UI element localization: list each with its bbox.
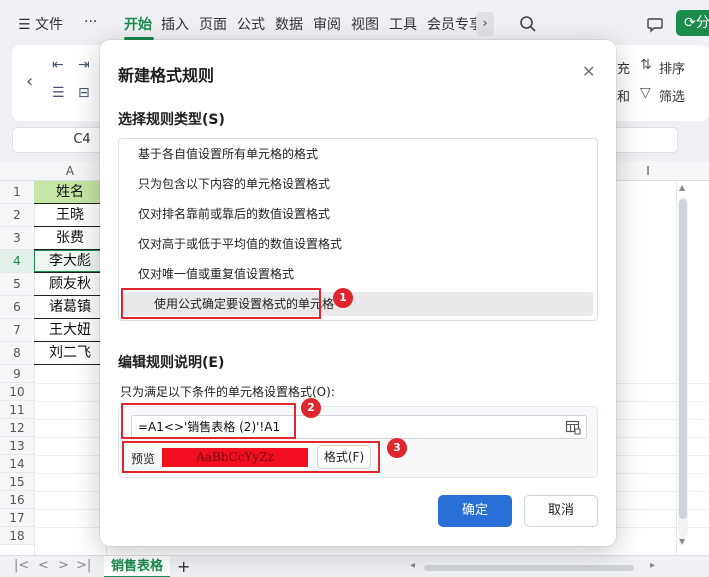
cell-a7[interactable]: 王大妞: [34, 319, 106, 342]
row-header[interactable]: 2: [0, 204, 34, 227]
annotation-badge-1: 1: [333, 288, 353, 308]
horizontal-scrollbar[interactable]: [424, 565, 634, 571]
row-header[interactable]: 8: [0, 342, 34, 365]
rule-item-color-scale[interactable]: 基于各自值设置所有单元格的格式: [120, 142, 596, 166]
annotation-box-1: [121, 288, 321, 319]
annotation-badge-3: 3: [387, 438, 407, 458]
cell-a1[interactable]: 姓名: [34, 181, 106, 204]
tab-member[interactable]: 会员专享: [427, 14, 483, 34]
row-header[interactable]: 17: [0, 509, 34, 527]
row-header[interactable]: 9: [0, 365, 34, 383]
rule-item-unique-duplicate[interactable]: 仅对唯一值或重复值设置格式: [120, 262, 596, 286]
chat-icon[interactable]: [646, 15, 664, 33]
row-header[interactable]: 18: [0, 527, 34, 545]
sort-dropdown-icon[interactable]: ⇅: [640, 57, 652, 73]
hscroll-left-icon[interactable]: ◂: [410, 560, 415, 571]
sum-button[interactable]: 和: [617, 86, 630, 105]
dialog-title: 新建格式规则: [118, 66, 215, 85]
tab-view[interactable]: 视图: [351, 14, 379, 34]
tab-home[interactable]: 开始: [124, 14, 152, 34]
tab-page[interactable]: 页面: [199, 14, 227, 34]
menu-bar: ☰ 文件 ··· 开始 插入 页面 公式 数据 审阅 视图 工具 会员专享 › …: [0, 0, 709, 44]
column-header-a[interactable]: A: [34, 161, 106, 181]
rule-type-label: 选择规则类型(S): [118, 112, 225, 128]
hscroll-right-icon[interactable]: ▸: [650, 560, 655, 571]
next-sheet-icon[interactable]: >: [58, 558, 69, 573]
cell-a6[interactable]: 诸葛镇: [34, 296, 106, 319]
chevron-right-icon[interactable]: ›: [476, 12, 494, 36]
row-header[interactable]: 16: [0, 491, 34, 509]
scroll-thumb[interactable]: [679, 199, 687, 519]
sheet-tab-bar: |< < > >| 销售表格 + ◂ ▸: [0, 555, 709, 577]
range-picker-icon[interactable]: [565, 419, 581, 435]
tab-tools[interactable]: 工具: [389, 14, 417, 34]
wrap-icon[interactable]: ⊟: [78, 85, 90, 101]
row-header[interactable]: 6: [0, 296, 34, 319]
edit-rule-label: 编辑规则说明(E): [118, 355, 225, 371]
row-header[interactable]: 11: [0, 401, 34, 419]
last-sheet-icon[interactable]: >|: [76, 558, 91, 573]
tab-data[interactable]: 数据: [275, 14, 303, 34]
cell-a4[interactable]: 李大彪: [34, 250, 106, 273]
cell-a3[interactable]: 张费: [34, 227, 106, 250]
rule-item-top-bottom[interactable]: 仅对排名靠前或靠后的数值设置格式: [120, 202, 596, 226]
add-sheet-button[interactable]: +: [177, 557, 190, 576]
cell-a8[interactable]: 刘二飞: [34, 342, 106, 365]
tab-formula[interactable]: 公式: [237, 14, 265, 34]
rule-item-contains[interactable]: 只为包含以下内容的单元格设置格式: [120, 172, 596, 196]
row-header[interactable]: 14: [0, 455, 34, 473]
scroll-up-icon[interactable]: ▲: [679, 183, 685, 192]
row-header[interactable]: 10: [0, 383, 34, 401]
condition-label: 只为满足以下条件的单元格设置格式(O):: [120, 385, 335, 399]
rule-item-above-average[interactable]: 仅对高于或低于平均值的数值设置格式: [120, 232, 596, 256]
column-header-i[interactable]: I: [620, 161, 676, 181]
indent-icon[interactable]: ⇥: [78, 57, 90, 73]
tab-insert[interactable]: 插入: [161, 14, 189, 34]
outdent-icon[interactable]: ⇤: [52, 57, 64, 73]
row-header[interactable]: 5: [0, 273, 34, 296]
cell-a5[interactable]: 顾友秋: [34, 273, 106, 296]
ok-button[interactable]: 确定: [438, 495, 512, 527]
cancel-button[interactable]: 取消: [524, 495, 598, 527]
row-header[interactable]: 3: [0, 227, 34, 250]
more-menu[interactable]: ···: [84, 14, 97, 30]
annotation-badge-2: 2: [301, 398, 321, 418]
sort-button[interactable]: 排序: [659, 58, 685, 77]
row-header[interactable]: 7: [0, 319, 34, 342]
vertical-scrollbar[interactable]: ▲ ▼: [678, 183, 688, 548]
menu-icon: ☰: [18, 17, 31, 33]
filter-icon[interactable]: ▽: [640, 85, 651, 101]
annotation-box-3: [122, 441, 380, 473]
row-header[interactable]: 12: [0, 419, 34, 437]
row-header[interactable]: 15: [0, 473, 34, 491]
scroll-down-icon[interactable]: ▼: [679, 537, 685, 546]
fill-button[interactable]: 充: [617, 58, 630, 77]
row-header[interactable]: 13: [0, 437, 34, 455]
filter-button[interactable]: 筛选: [659, 86, 685, 105]
sheet-tab-active[interactable]: 销售表格: [104, 556, 170, 577]
close-icon[interactable]: ✕: [582, 62, 595, 81]
share-button[interactable]: ⟳分: [676, 10, 709, 36]
tab-review[interactable]: 审阅: [313, 14, 341, 34]
first-sheet-icon[interactable]: |<: [14, 558, 29, 573]
cell-a2[interactable]: 王晓: [34, 204, 106, 227]
annotation-box-2: [121, 403, 296, 439]
ribbon-scroll-left-icon[interactable]: ‹: [26, 71, 33, 92]
align-icon[interactable]: ☰: [52, 85, 65, 101]
prev-sheet-icon[interactable]: <: [38, 558, 49, 573]
search-icon[interactable]: [519, 15, 537, 33]
row-header-active[interactable]: 4: [0, 250, 34, 273]
file-menu[interactable]: ☰ 文件: [18, 14, 63, 34]
row-header[interactable]: 1: [0, 181, 34, 204]
share-icon: ⟳: [684, 15, 696, 31]
grid-line: [676, 181, 677, 555]
